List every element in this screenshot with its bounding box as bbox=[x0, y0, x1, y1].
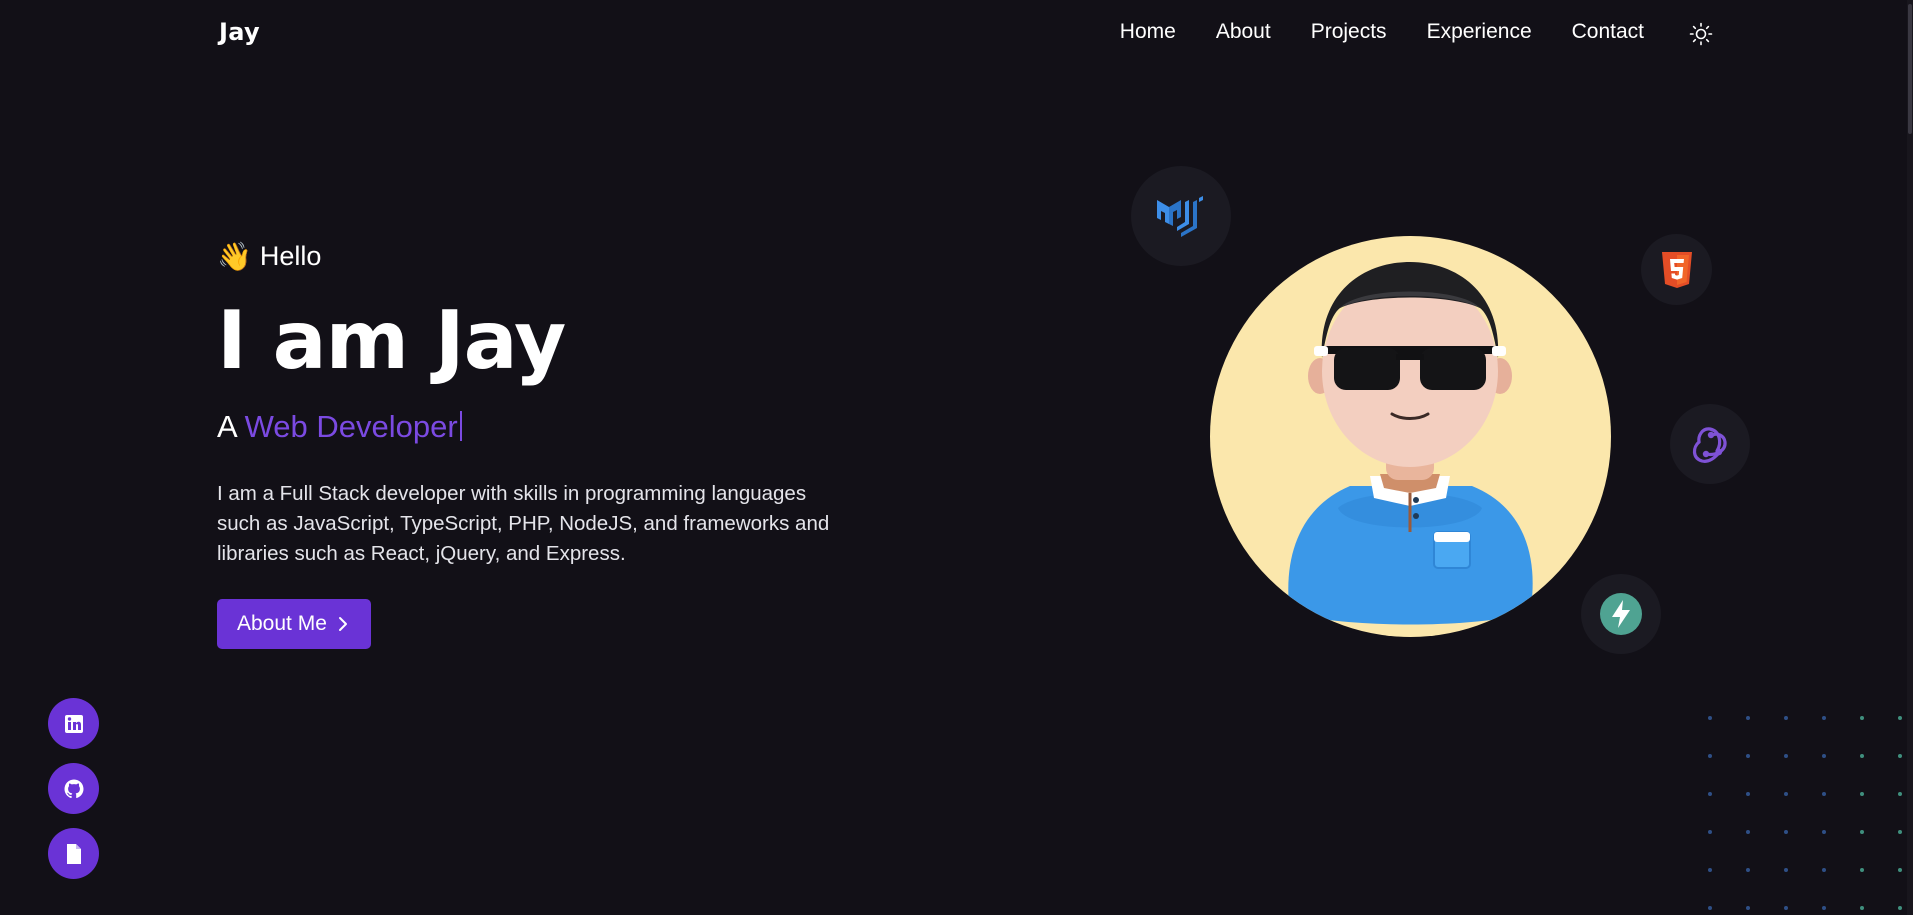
decorative-dot bbox=[1784, 830, 1788, 834]
role-prefix: A bbox=[217, 409, 236, 444]
page-scrollbar[interactable] bbox=[1907, 0, 1913, 915]
decorative-dot bbox=[1746, 754, 1750, 758]
site-logo[interactable]: Jay bbox=[219, 18, 260, 46]
fastapi-icon bbox=[1600, 593, 1642, 635]
decorative-dot bbox=[1822, 906, 1826, 910]
decorative-dot-grid bbox=[1708, 716, 1902, 910]
navbar: Jay Home About Projects Experience Conta… bbox=[0, 0, 1913, 68]
decorative-dot bbox=[1898, 754, 1902, 758]
decorative-dot bbox=[1746, 906, 1750, 910]
decorative-dot bbox=[1822, 754, 1826, 758]
mui-icon bbox=[1157, 196, 1203, 237]
decorative-dot bbox=[1860, 754, 1864, 758]
decorative-dot bbox=[1898, 906, 1902, 910]
decorative-dot bbox=[1746, 716, 1750, 720]
decorative-dot bbox=[1784, 906, 1788, 910]
github-button[interactable] bbox=[48, 763, 99, 814]
tech-bubble-mui bbox=[1131, 166, 1231, 266]
greeting-text: Hello bbox=[259, 241, 322, 271]
nav-link-home[interactable]: Home bbox=[1120, 20, 1176, 44]
decorative-dot bbox=[1784, 716, 1788, 720]
profile-avatar bbox=[1210, 236, 1611, 637]
decorative-dot bbox=[1708, 830, 1712, 834]
decorative-dot bbox=[1860, 830, 1864, 834]
decorative-dot bbox=[1708, 792, 1712, 796]
document-icon bbox=[66, 843, 81, 864]
chevron-right-icon bbox=[338, 617, 347, 631]
tech-bubble-redux bbox=[1670, 404, 1750, 484]
decorative-dot bbox=[1898, 716, 1902, 720]
hero-bio: I am a Full Stack developer with skills … bbox=[217, 482, 830, 565]
nav-link-projects[interactable]: Projects bbox=[1311, 20, 1387, 44]
decorative-dot bbox=[1822, 830, 1826, 834]
hero-headline: I am Jay bbox=[217, 294, 566, 387]
hero-role: A Web Developer bbox=[217, 409, 857, 445]
decorative-dot bbox=[1746, 868, 1750, 872]
scrollbar-thumb[interactable] bbox=[1908, 4, 1912, 134]
about-me-label: About Me bbox=[237, 612, 327, 635]
resume-button[interactable] bbox=[48, 828, 99, 879]
greeting: 👋 Hello bbox=[217, 240, 857, 273]
sun-icon bbox=[1689, 22, 1713, 46]
typing-cursor bbox=[459, 411, 462, 441]
nav-link-experience[interactable]: Experience bbox=[1427, 20, 1532, 44]
tech-bubble-fastapi bbox=[1581, 574, 1661, 654]
decorative-dot bbox=[1708, 754, 1712, 758]
decorative-dot bbox=[1860, 792, 1864, 796]
tech-bubble-html5 bbox=[1641, 234, 1712, 305]
decorative-dot bbox=[1860, 868, 1864, 872]
decorative-dot bbox=[1822, 792, 1826, 796]
decorative-dot bbox=[1708, 868, 1712, 872]
decorative-dot bbox=[1784, 868, 1788, 872]
html5-icon bbox=[1661, 251, 1692, 288]
decorative-dot bbox=[1746, 830, 1750, 834]
decorative-dot bbox=[1708, 906, 1712, 910]
decorative-dot bbox=[1898, 868, 1902, 872]
theme-toggle-button[interactable] bbox=[1688, 21, 1714, 47]
nav-link-about[interactable]: About bbox=[1216, 20, 1271, 44]
github-icon bbox=[64, 779, 83, 798]
decorative-dot bbox=[1708, 716, 1712, 720]
nav-link-contact[interactable]: Contact bbox=[1572, 20, 1644, 44]
decorative-dot bbox=[1784, 792, 1788, 796]
decorative-dot bbox=[1822, 868, 1826, 872]
wave-emoji-icon: 👋 bbox=[217, 241, 252, 272]
decorative-dot bbox=[1898, 830, 1902, 834]
linkedin-button[interactable] bbox=[48, 698, 99, 749]
about-me-button[interactable]: About Me bbox=[217, 599, 371, 649]
hero-intro: 👋 Hello I am Jay A Web Developer I am a … bbox=[217, 240, 857, 649]
redux-icon bbox=[1692, 427, 1727, 463]
decorative-dot bbox=[1822, 716, 1826, 720]
decorative-dot bbox=[1784, 754, 1788, 758]
decorative-dot bbox=[1860, 716, 1864, 720]
decorative-dot bbox=[1746, 792, 1750, 796]
decorative-dot bbox=[1860, 906, 1864, 910]
nav-menu: Home About Projects Experience Contact bbox=[1120, 20, 1644, 44]
decorative-dot bbox=[1898, 792, 1902, 796]
avatar-illustration bbox=[1288, 262, 1533, 625]
linkedin-icon bbox=[64, 714, 83, 733]
role-typed-text: Web Developer bbox=[244, 409, 458, 444]
